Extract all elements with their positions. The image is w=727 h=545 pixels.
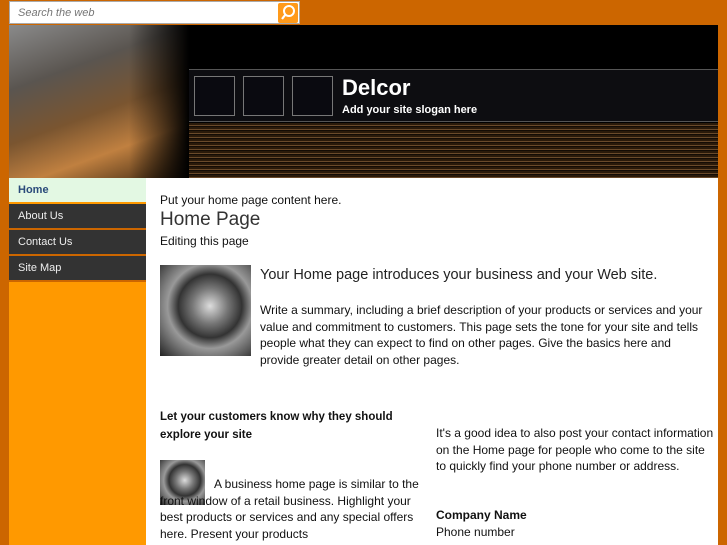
left-column-text: A business home page is similar to the f… <box>160 477 419 541</box>
gear-image <box>160 265 251 356</box>
lead-text: Your Home page introduces your business … <box>260 267 658 283</box>
sidebar-item-contact-us[interactable]: Contact Us <box>9 230 146 256</box>
page-title: Home Page <box>160 209 261 230</box>
sidebar-item-about-us[interactable]: About Us <box>9 204 146 230</box>
sidebar-item-home[interactable]: Home <box>9 178 146 204</box>
logo-square <box>292 76 333 116</box>
search-button[interactable] <box>278 3 298 23</box>
right-border <box>718 178 727 545</box>
main-content: Put your home page content here. Home Pa… <box>146 178 718 545</box>
section-heading: Let your customers know why they should … <box>160 411 393 441</box>
summary-text: Write a summary, including a brief descr… <box>260 303 703 367</box>
search-box <box>9 1 300 24</box>
company-name: Company Name <box>436 508 527 522</box>
site-title: Delcor <box>342 75 411 100</box>
sidebar-item-site-map[interactable]: Site Map <box>9 256 146 282</box>
sidebar-nav: Home About Us Contact Us Site Map <box>9 178 146 545</box>
right-column-text: It's a good idea to also post your conta… <box>436 426 714 473</box>
search-icon <box>281 5 295 20</box>
logo-square <box>243 76 284 116</box>
header-tools-image <box>9 25 189 178</box>
search-input[interactable] <box>10 2 278 23</box>
intro-text: Put your home page content here. <box>160 193 342 207</box>
site-slogan: Add your site slogan here <box>342 104 478 116</box>
logo-square <box>194 76 235 116</box>
page-subtitle: Editing this page <box>160 234 249 248</box>
phone-number: Phone number <box>436 525 515 539</box>
site-header: Delcor Add your site slogan here <box>9 25 718 178</box>
